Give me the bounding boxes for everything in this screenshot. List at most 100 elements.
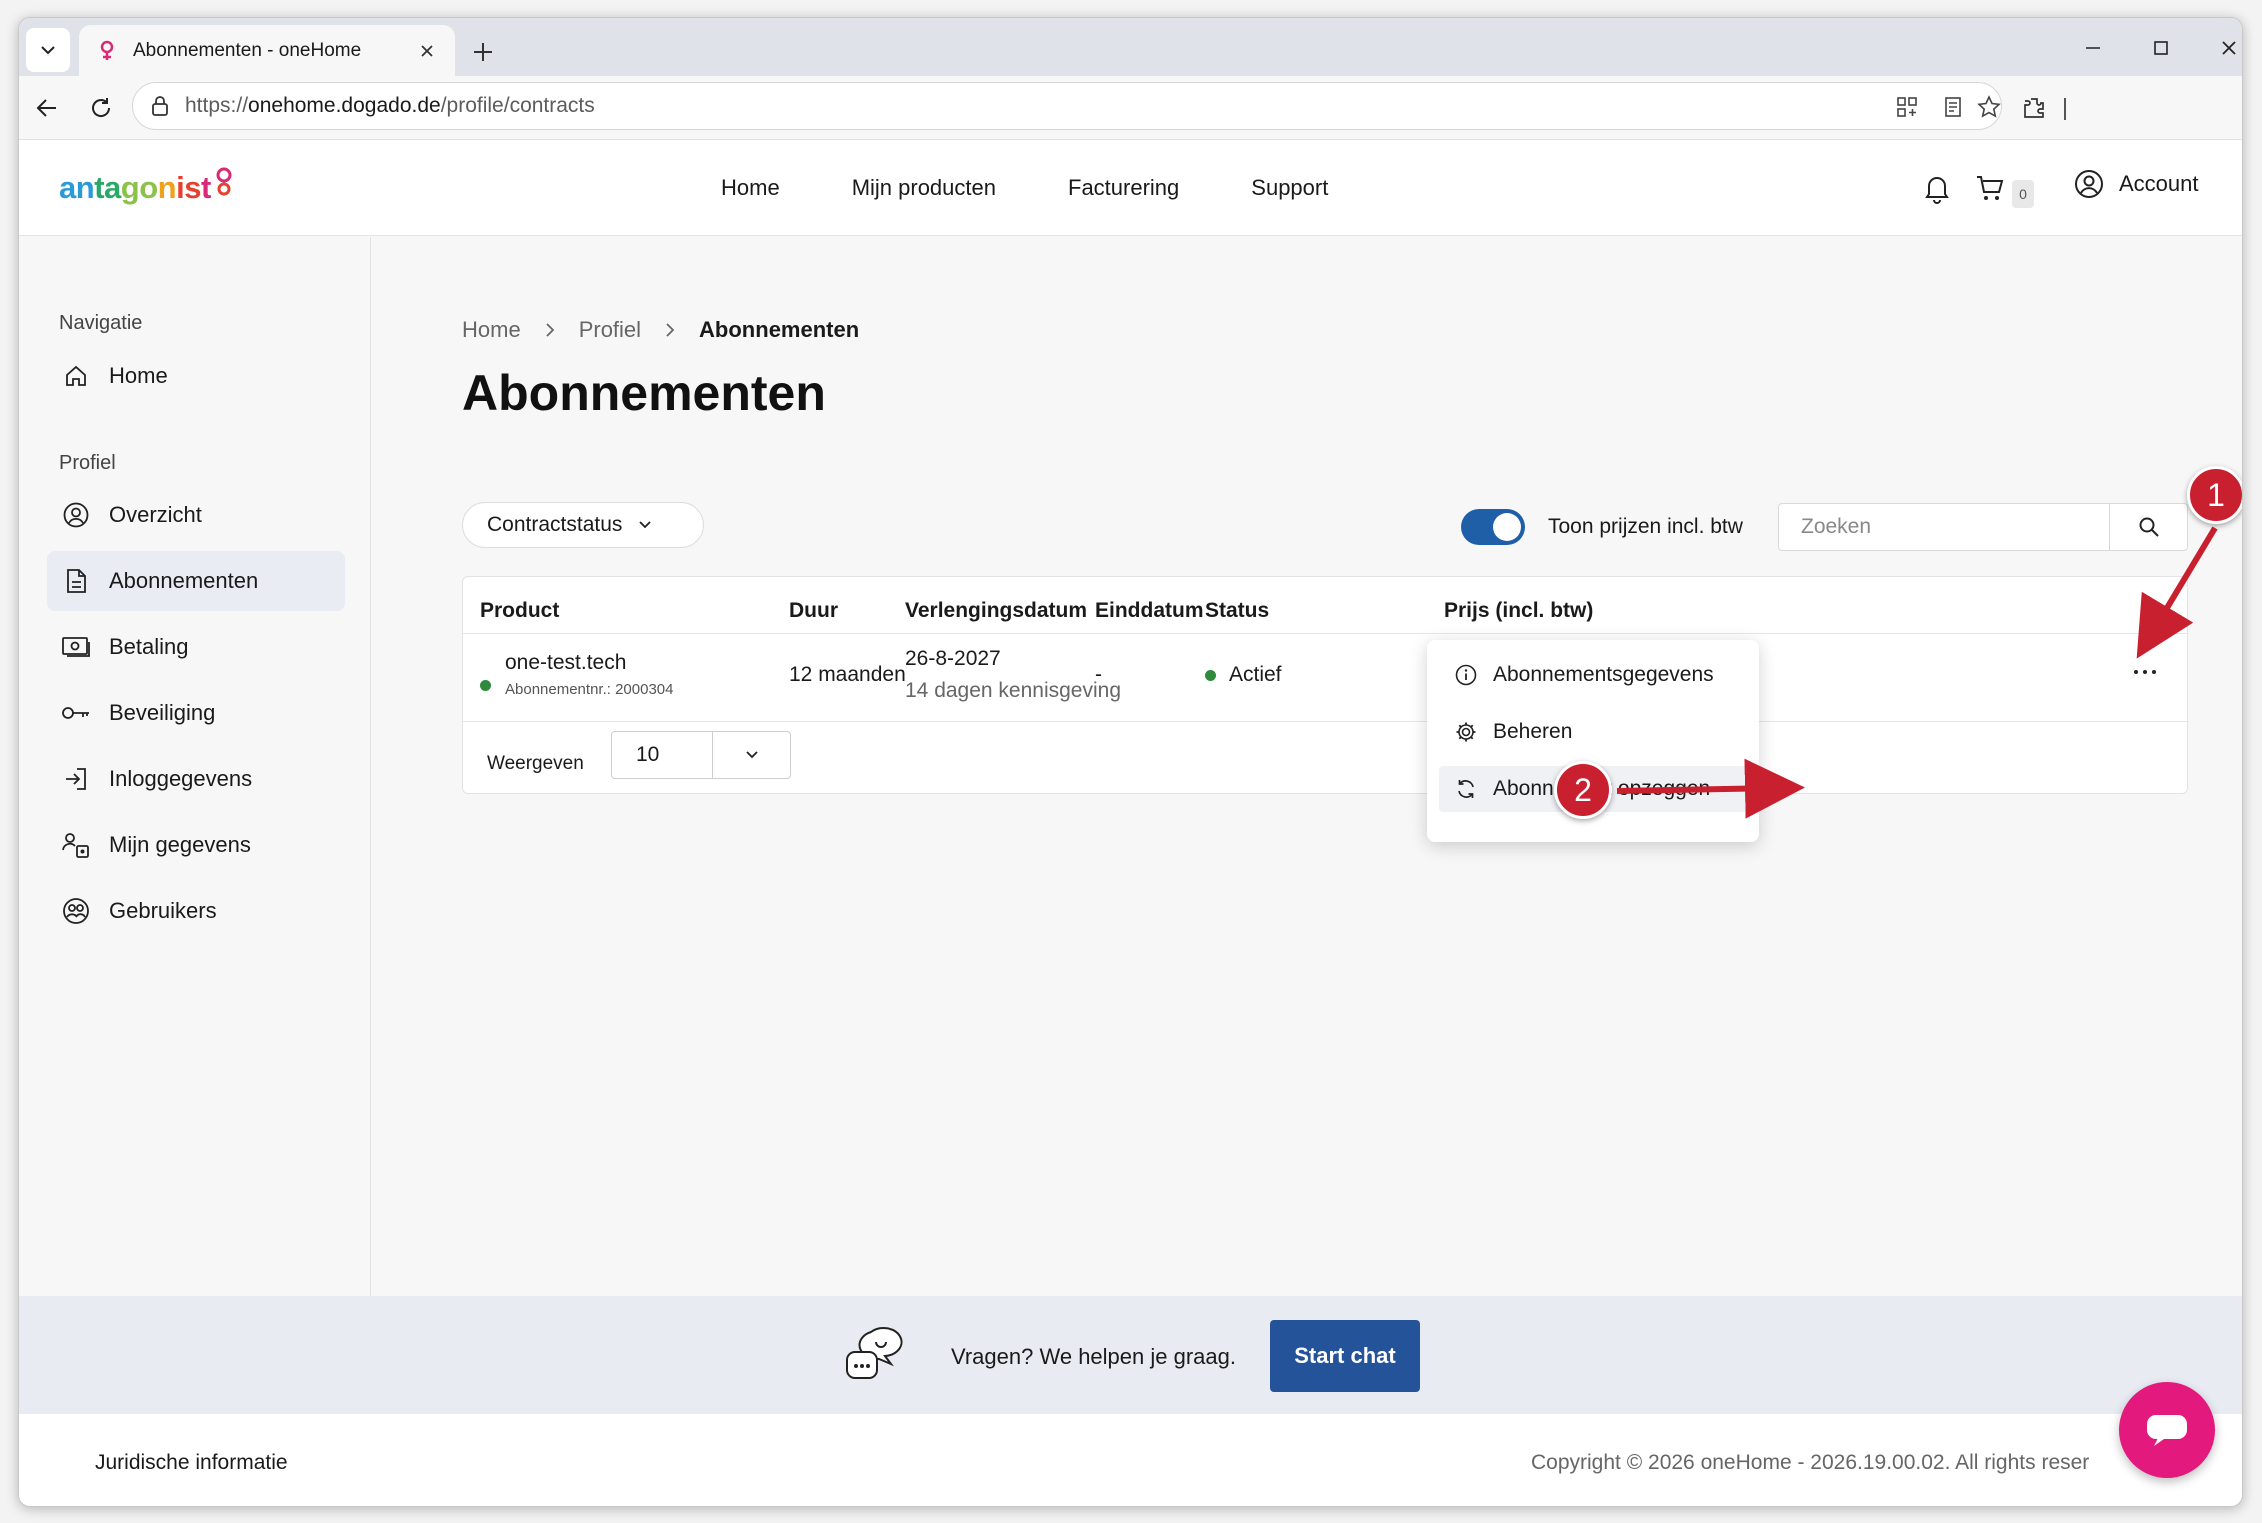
end-date-cell: - (1095, 663, 1102, 686)
logo-text: antagonist (59, 170, 211, 205)
menu-item-abonnementsgegevens[interactable]: Abonnementsgegevens (1439, 652, 1747, 698)
chevron-down-icon (639, 521, 652, 529)
notifications-button[interactable] (1919, 170, 1955, 206)
url-text[interactable]: https://onehome.dogado.de/profile/contra… (185, 94, 595, 118)
breadcrumb: Home Profiel Abonnementen (462, 317, 859, 343)
column-header-product[interactable]: Product (480, 599, 559, 623)
browser-window: Abonnementen - oneHome https://onehome.d… (18, 17, 2243, 1507)
sidebar-item-home[interactable]: Home (47, 346, 345, 406)
chat-prompt-text: Vragen? We helpen je graag. (951, 1344, 1236, 1369)
subscription-number: Abonnementnr.: 2000304 (505, 681, 674, 698)
sidebar-item-label: Inloggegevens (109, 766, 253, 791)
page-title: Abonnementen (462, 365, 826, 421)
sidebar-heading-navigatie: Navigatie (59, 312, 143, 334)
reader-mode-icon[interactable] (1937, 91, 1969, 123)
maximize-button[interactable] (2137, 28, 2185, 68)
address-bar[interactable]: https://onehome.dogado.de/profile/contra… (132, 82, 2002, 130)
maximize-icon (2154, 41, 2168, 55)
filter-label: Contractstatus (487, 513, 623, 536)
menu-item-label: Abonnementsgegevens (1493, 663, 1714, 686)
tab-strip: Abonnementen - oneHome (19, 18, 2242, 76)
logo[interactable]: antagonist (59, 167, 235, 206)
tab-list-button[interactable] (26, 28, 70, 72)
status-active-dot (1205, 670, 1216, 681)
column-header-verlengingsdatum[interactable]: Verlengingsdatum (905, 599, 1087, 623)
column-header-status[interactable]: Status (1205, 599, 1269, 623)
user-circle-icon (61, 500, 91, 530)
sidebar-item-label: Gebruikers (109, 898, 217, 923)
breadcrumb-profiel[interactable]: Profiel (579, 317, 641, 343)
new-tab-button[interactable] (463, 32, 503, 72)
price-vat-toggle[interactable] (1461, 509, 1525, 545)
tab-title: Abonnementen - oneHome (133, 39, 362, 61)
table-header-divider (463, 633, 2187, 634)
footer: Juridische informatie Copyright © 2026 o… (19, 1414, 2242, 1506)
status-badge: Actief (1229, 663, 1282, 686)
column-header-prijs[interactable]: Prijs (incl. btw) (1444, 599, 1593, 623)
site-header: antagonist Home Mijn producten Factureri… (19, 140, 2242, 236)
minimize-button[interactable] (2069, 28, 2117, 68)
nav-home[interactable]: Home (721, 175, 780, 201)
search-button[interactable] (2109, 504, 2187, 550)
reload-button[interactable] (81, 88, 121, 128)
reload-icon (92, 98, 111, 117)
breadcrumb-home[interactable]: Home (462, 317, 521, 343)
sidebar-item-mijn-gegevens[interactable]: Mijn gegevens (47, 815, 345, 875)
product-name[interactable]: one-test.tech (505, 651, 626, 675)
payment-icon (61, 632, 91, 662)
sidebar: Navigatie Home Profiel Overzicht Abonnem… (19, 237, 371, 1296)
browser-tab-active[interactable]: Abonnementen - oneHome (79, 25, 455, 76)
chat-icon (2147, 1415, 2187, 1446)
document-icon (61, 566, 91, 596)
sidebar-item-inloggegevens[interactable]: Inloggegevens (47, 749, 345, 809)
sidebar-item-overzicht[interactable]: Overzicht (47, 485, 345, 545)
chat-fab-button[interactable] (2119, 1382, 2215, 1478)
menu-item-beheren[interactable]: Beheren (1439, 709, 1747, 755)
copyright-text: Copyright © 2026 oneHome - 2026.19.00.02… (1531, 1451, 2090, 1474)
gear-icon (1453, 719, 1479, 745)
toggle-knob (1493, 513, 1521, 541)
legal-info-link[interactable]: Juridische informatie (95, 1451, 288, 1475)
sidebar-item-label: Overzicht (109, 502, 202, 527)
star-icon[interactable] (1973, 91, 2005, 123)
contract-status-filter[interactable]: Contractstatus (462, 502, 704, 548)
menu-item-label: Beheren (1493, 720, 1573, 743)
logo-mark-icon (216, 167, 232, 196)
sidebar-item-label: Abonnementen (109, 568, 259, 593)
search-box (1778, 503, 2188, 551)
sidebar-item-betaling[interactable]: Betaling (47, 617, 345, 677)
sidebar-item-label: Beveiliging (109, 700, 216, 725)
back-button[interactable] (27, 88, 67, 128)
main-content: Home Profiel Abonnementen Abonnementen C… (372, 237, 2242, 1296)
extensions-button[interactable] (2014, 88, 2054, 128)
tab-close-icon[interactable] (413, 37, 441, 65)
key-icon (61, 698, 91, 728)
nav-support[interactable]: Support (1251, 175, 1328, 201)
sidebar-item-abonnementen[interactable]: Abonnementen (47, 551, 345, 611)
nav-facturering[interactable]: Facturering (1068, 175, 1179, 201)
sidebar-heading-profiel: Profiel (59, 452, 116, 474)
sidebar-item-gebruikers[interactable]: Gebruikers (47, 881, 345, 941)
close-window-button[interactable] (2205, 28, 2242, 68)
chevron-right-icon (666, 323, 675, 337)
login-icon (61, 764, 91, 794)
column-header-einddatum[interactable]: Einddatum (1095, 599, 1204, 623)
cart-button[interactable] (1972, 170, 2008, 206)
cart-count-badge: 0 (2012, 180, 2034, 208)
sidebar-item-beveiliging[interactable]: Beveiliging (47, 683, 345, 743)
column-header-duur[interactable]: Duur (789, 599, 838, 623)
account-menu[interactable]: Account (2073, 168, 2199, 200)
browser-toolbar: https://onehome.dogado.de/profile/contra… (19, 76, 2242, 140)
page-size-arrow[interactable] (712, 732, 790, 778)
page-size-label: Weergeven (487, 753, 584, 774)
nav-mijn-producten[interactable]: Mijn producten (852, 175, 996, 201)
plus-icon (474, 43, 492, 61)
apps-icon[interactable] (1891, 91, 1923, 123)
start-chat-button[interactable]: Start chat (1270, 1320, 1420, 1392)
subscriptions-table: Product Duur Verlengingsdatum Einddatum … (462, 576, 2188, 794)
page-size-select[interactable]: 10 (611, 731, 791, 779)
sidebar-item-label: Mijn gegevens (109, 832, 251, 857)
search-input[interactable] (1779, 504, 2109, 550)
lock-icon[interactable] (147, 93, 173, 119)
row-actions-button[interactable] (2125, 657, 2165, 687)
